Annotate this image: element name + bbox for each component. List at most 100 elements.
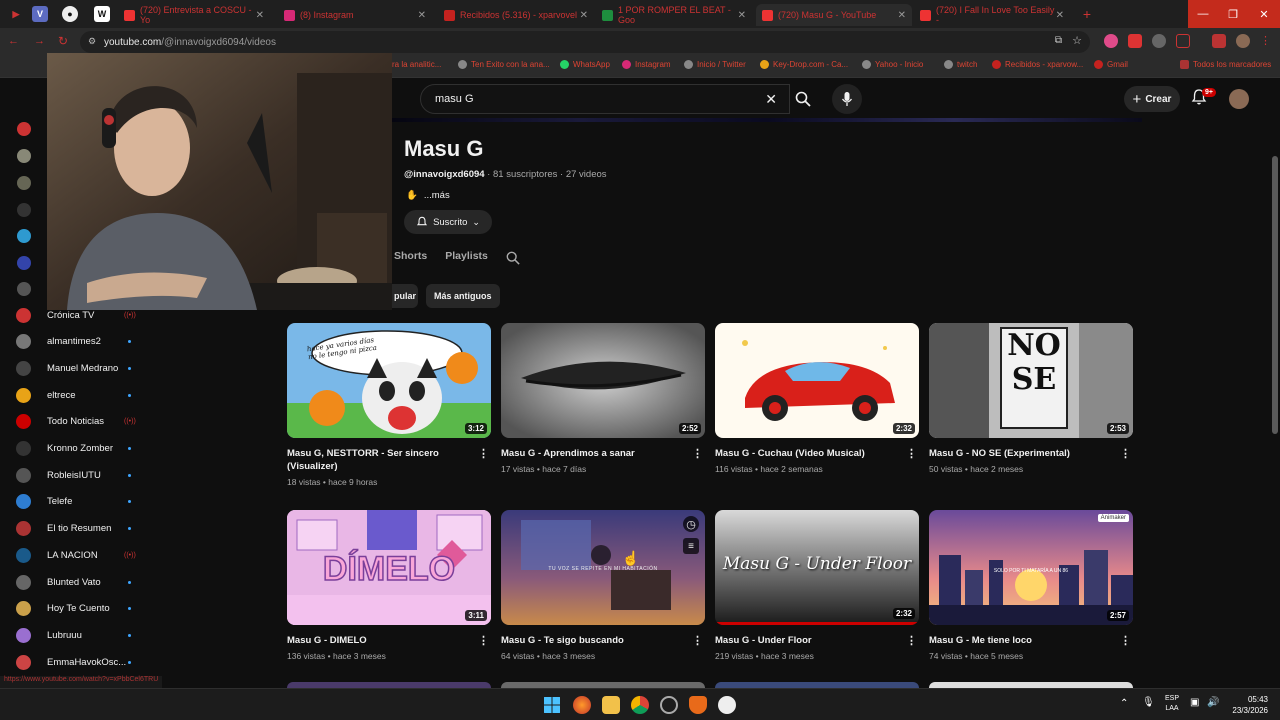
bookmark-item[interactable]: Yahoo - Inicio: [862, 60, 923, 69]
video-thumbnail[interactable]: Masu G - Under Floor 2:32: [715, 510, 919, 625]
search-input[interactable]: masu G ✕: [420, 84, 790, 114]
close-tab-icon[interactable]: ✕: [580, 10, 588, 21]
maximize-icon[interactable]: ❐: [1218, 0, 1248, 28]
bookmark-item[interactable]: WhatsApp: [560, 60, 610, 69]
close-tab-icon[interactable]: ✕: [738, 10, 746, 21]
subscription-item[interactable]: El tio Resumen: [16, 519, 146, 539]
video-menu-icon[interactable]: ⋮: [692, 447, 703, 460]
video-menu-icon[interactable]: ⋮: [1120, 447, 1131, 460]
bookmark-item[interactable]: Inicio / Twitter: [684, 60, 746, 69]
bookmark-item[interactable]: Ten Exito con la ana...: [458, 60, 550, 69]
video-title[interactable]: Masu G - Aprendimos a sanar: [501, 447, 705, 460]
tab-1[interactable]: (720) Entrevista a COSCU - Yo ✕: [118, 4, 270, 26]
bookmark-item[interactable]: ra la analitic...: [392, 60, 441, 69]
video-title[interactable]: Masu G - Under Floor: [715, 634, 919, 647]
video-thumbnail[interactable]: TU VOZ SE REPITE EN MI HABITACIÓN ◷ ≡ ☝: [501, 510, 705, 625]
network-icon[interactable]: ▣: [1190, 697, 1199, 708]
video-title[interactable]: Masu G - NO SE (Experimental): [929, 447, 1133, 460]
add-to-queue-icon[interactable]: ≡: [683, 538, 699, 554]
firefox-icon[interactable]: [573, 696, 591, 714]
subscription-item[interactable]: LA NACION ((•)): [16, 545, 146, 565]
channel-icon[interactable]: [17, 282, 31, 296]
video-thumbnail[interactable]: 2:32: [715, 323, 919, 438]
windows-start-icon[interactable]: [543, 696, 561, 714]
video-menu-icon[interactable]: ⋮: [906, 634, 917, 647]
pinned-tab-github-icon[interactable]: ●: [62, 6, 78, 22]
tab-playlists[interactable]: Playlists: [445, 250, 488, 270]
subscription-item[interactable]: almantimes2: [16, 332, 146, 352]
account-avatar[interactable]: [1229, 89, 1249, 109]
video-title[interactable]: Masu G, NESTTORR - Ser sincero (Visualiz…: [287, 447, 491, 473]
subscription-item[interactable]: Blunted Vato: [16, 572, 146, 592]
subscription-item[interactable]: Telefe: [16, 492, 146, 512]
video-menu-icon[interactable]: ⋮: [692, 634, 703, 647]
bookmark-item[interactable]: Instagram: [622, 60, 671, 69]
tray-chevron-icon[interactable]: ⌃: [1120, 698, 1128, 709]
video-card[interactable]: NO SE 2:53 Masu G - NO SE (Experimental) …: [929, 323, 1133, 474]
pinned-tab-w-icon[interactable]: W: [94, 6, 110, 22]
obs-icon[interactable]: [660, 696, 678, 714]
watch-later-icon[interactable]: ◷: [683, 516, 699, 532]
video-card[interactable]: DÍMELO 3:11 Masu G - DIMELO 136 vistas •…: [287, 510, 491, 661]
filter-oldest-chip[interactable]: Más antiguos: [426, 284, 500, 308]
tab-6[interactable]: (720) I Fall In Love Too Easily - ✕: [914, 4, 1070, 26]
video-thumbnail[interactable]: 2:52: [501, 323, 705, 438]
subscription-item[interactable]: Lubruuu: [16, 625, 146, 645]
channel-icon[interactable]: [17, 203, 31, 217]
subscription-item[interactable]: Kronno Zomber: [16, 439, 146, 459]
subscription-item[interactable]: Hoy Te Cuento: [16, 599, 146, 619]
video-menu-icon[interactable]: ⋮: [478, 634, 489, 647]
scrollbar-thumb[interactable]: [1272, 156, 1278, 434]
video-title[interactable]: Masu G - DIMELO: [287, 634, 491, 647]
close-window-icon[interactable]: ✕: [1248, 0, 1280, 28]
extension-4-icon[interactable]: [1176, 34, 1190, 48]
microphone-tray-icon[interactable]: 🎙: [1142, 697, 1155, 708]
tab-active[interactable]: (720) Masu G - YouTube ✕: [756, 4, 912, 26]
video-menu-icon[interactable]: ⋮: [478, 447, 489, 460]
reload-icon[interactable]: ↻: [58, 34, 68, 48]
close-tab-icon[interactable]: ✕: [898, 10, 906, 21]
profile-icon[interactable]: [1236, 34, 1250, 48]
bookmark-item[interactable]: Gmail: [1094, 60, 1128, 69]
video-card[interactable]: hace ya varios días no le tengo ni pizca…: [287, 323, 491, 487]
minimize-icon[interactable]: —: [1188, 0, 1218, 28]
bookmark-item[interactable]: twitch: [944, 60, 977, 69]
media-player-icon[interactable]: [718, 696, 736, 714]
channel-icon[interactable]: [17, 176, 31, 190]
chrome-menu-icon[interactable]: ⋮: [1260, 34, 1271, 47]
extension-3-icon[interactable]: [1152, 34, 1166, 48]
video-thumbnail[interactable]: DÍMELO 3:11: [287, 510, 491, 625]
video-card[interactable]: 2:52 Masu G - Aprendimos a sanar 17 vist…: [501, 323, 705, 474]
brave-icon[interactable]: [689, 696, 707, 714]
video-title[interactable]: Masu G - Me tiene loco: [929, 634, 1133, 647]
channel-icon[interactable]: [17, 122, 31, 136]
create-button[interactable]: + Crear: [1124, 86, 1180, 112]
video-card[interactable]: Masu G - Under Floor 2:32 Masu G - Under…: [715, 510, 919, 661]
subscription-item[interactable]: EmmaHavokOsc...: [16, 652, 146, 672]
tab-3[interactable]: Recibidos (5.316) - xparvovel ✕: [438, 4, 594, 26]
clear-search-icon[interactable]: ✕: [765, 91, 777, 108]
filter-popular-chip[interactable]: pular: [392, 284, 419, 308]
file-explorer-icon[interactable]: [602, 696, 620, 714]
tab-shorts[interactable]: Shorts: [394, 250, 427, 270]
site-info-icon[interactable]: ⚙: [88, 36, 96, 47]
subscription-item[interactable]: Manuel Medrano: [16, 358, 146, 378]
bookmark-item[interactable]: Key-Drop.com - Ca...: [760, 60, 848, 69]
bookmark-item[interactable]: Recibidos - xparvow...: [992, 60, 1083, 69]
extension-1-icon[interactable]: [1104, 34, 1118, 48]
video-thumbnail[interactable]: Animaker SOLO POR TI MATARÍA A UN 86 2:5…: [929, 510, 1133, 625]
video-card[interactable]: TU VOZ SE REPITE EN MI HABITACIÓN ◷ ≡ ☝ …: [501, 510, 705, 661]
subscribed-button[interactable]: Suscrito ⌄: [404, 210, 492, 234]
new-tab-icon[interactable]: +: [1072, 0, 1102, 28]
forward-icon[interactable]: →: [34, 35, 45, 47]
install-icon[interactable]: ⧉: [1055, 35, 1062, 46]
pinned-tab-icon[interactable]: ▶: [8, 6, 24, 22]
bookmark-star-icon[interactable]: ☆: [1072, 34, 1082, 47]
close-tab-icon[interactable]: ✕: [418, 10, 426, 21]
back-icon[interactable]: ←: [8, 35, 19, 47]
omnibox[interactable]: ⚙ youtube.com/@innavoigxd6094/videos ⧉ ☆: [80, 31, 1090, 53]
video-menu-icon[interactable]: ⋮: [906, 447, 917, 460]
subscription-item[interactable]: eltrece: [16, 385, 146, 405]
video-card[interactable]: Animaker SOLO POR TI MATARÍA A UN 86 2:5…: [929, 510, 1133, 661]
subscription-item[interactable]: RobleisIUTU: [16, 465, 146, 485]
